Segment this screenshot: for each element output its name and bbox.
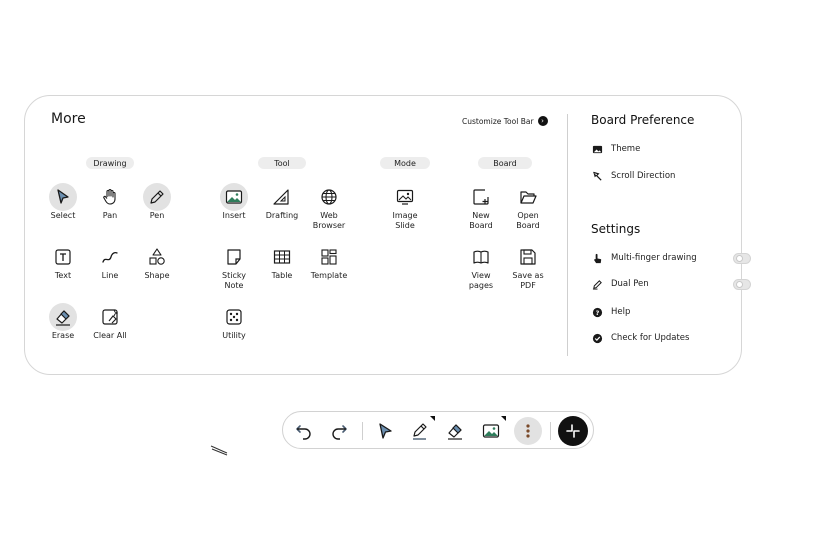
text-icon bbox=[49, 243, 77, 271]
canvas-stroke-drawing bbox=[210, 445, 228, 456]
category-mode: Mode bbox=[380, 157, 430, 169]
panel-divider bbox=[567, 114, 568, 356]
more-vertical-icon bbox=[526, 424, 530, 438]
menu-item-help[interactable]: ? Help bbox=[591, 303, 751, 321]
collapse-icon bbox=[566, 424, 580, 438]
category-drawing: Drawing bbox=[86, 157, 134, 169]
select-arrow-icon bbox=[379, 423, 392, 439]
eraser-icon bbox=[49, 303, 77, 331]
pen-options-indicator bbox=[430, 416, 435, 421]
tool-clear-all[interactable]: Clear All bbox=[82, 303, 138, 341]
table-icon bbox=[268, 243, 296, 271]
clear-all-icon bbox=[96, 303, 124, 331]
hand-icon bbox=[96, 183, 124, 211]
tool-utility[interactable]: Utility bbox=[206, 303, 262, 341]
redo-button[interactable] bbox=[325, 417, 353, 445]
pen-icon bbox=[413, 423, 427, 440]
line-curve-icon bbox=[96, 243, 124, 271]
set-square-icon bbox=[268, 183, 296, 211]
toolbar-insert-button[interactable] bbox=[477, 417, 505, 445]
template-icon bbox=[315, 243, 343, 271]
chevron-right-icon: › bbox=[537, 116, 548, 126]
panel-title: More bbox=[51, 111, 86, 127]
board-preference-title: Board Preference bbox=[591, 113, 695, 127]
tool-web-browser[interactable]: Web Browser bbox=[301, 183, 357, 231]
eraser-icon bbox=[448, 424, 462, 440]
toolbar-separator bbox=[362, 422, 363, 440]
toolbar-select-button[interactable] bbox=[371, 417, 399, 445]
svg-text:?: ? bbox=[595, 308, 599, 316]
undo-button[interactable] bbox=[290, 417, 318, 445]
book-icon bbox=[467, 243, 495, 271]
select-arrow-icon bbox=[49, 183, 77, 211]
insert-options-indicator bbox=[501, 416, 506, 421]
tool-shape[interactable]: Shape bbox=[129, 243, 185, 281]
setting-dual-pen: Dual Pen bbox=[591, 275, 751, 293]
tool-template[interactable]: Template bbox=[301, 243, 357, 281]
help-icon: ? bbox=[591, 306, 603, 318]
multi-finger-toggle[interactable] bbox=[733, 252, 751, 264]
bottom-toolbar bbox=[282, 411, 594, 449]
tool-open-board[interactable]: Open Board bbox=[500, 183, 556, 231]
setting-multi-finger-drawing: Multi-finger drawing bbox=[591, 249, 751, 267]
pen-icon bbox=[143, 183, 171, 211]
menu-item-check-updates[interactable]: Check for Updates bbox=[591, 329, 751, 347]
more-panel: More Customize Tool Bar › Drawing Tool M… bbox=[24, 95, 751, 375]
dual-pen-toggle[interactable] bbox=[733, 278, 751, 290]
tool-pen[interactable]: Pen bbox=[129, 183, 185, 221]
insert-image-icon bbox=[220, 183, 248, 211]
image-slide-icon bbox=[391, 183, 419, 211]
theme-image-icon bbox=[591, 143, 603, 155]
category-board: Board bbox=[478, 157, 532, 169]
tool-save-as-pdf[interactable]: Save as PDF bbox=[500, 243, 556, 291]
scroll-direction-icon bbox=[591, 170, 603, 182]
save-disk-icon bbox=[514, 243, 542, 271]
category-tool: Tool bbox=[258, 157, 306, 169]
collapse-toolbar-button[interactable] bbox=[558, 416, 588, 446]
check-circle-icon bbox=[591, 332, 603, 344]
menu-item-theme[interactable]: Theme bbox=[591, 140, 751, 158]
new-board-icon bbox=[467, 183, 495, 211]
toolbar-separator bbox=[550, 422, 551, 440]
globe-icon bbox=[315, 183, 343, 211]
toolbar-pen-button[interactable] bbox=[406, 417, 434, 445]
finger-touch-icon bbox=[591, 252, 603, 264]
sticky-note-icon bbox=[220, 243, 248, 271]
insert-image-icon bbox=[482, 424, 500, 438]
toolbar-more-button[interactable] bbox=[514, 417, 542, 445]
undo-icon bbox=[296, 425, 311, 440]
settings-title: Settings bbox=[591, 222, 641, 236]
shapes-icon bbox=[143, 243, 171, 271]
tool-image-slide[interactable]: Image Slide bbox=[377, 183, 433, 231]
folder-open-icon bbox=[514, 183, 542, 211]
dual-pen-icon bbox=[591, 278, 603, 290]
toolbar-eraser-button[interactable] bbox=[441, 417, 469, 445]
dice-icon bbox=[220, 303, 248, 331]
customize-label: Customize Tool Bar bbox=[462, 116, 534, 126]
customize-toolbar-link[interactable]: Customize Tool Bar › bbox=[462, 116, 548, 126]
redo-icon bbox=[332, 425, 347, 440]
menu-item-scroll-direction[interactable]: Scroll Direction bbox=[591, 167, 751, 185]
